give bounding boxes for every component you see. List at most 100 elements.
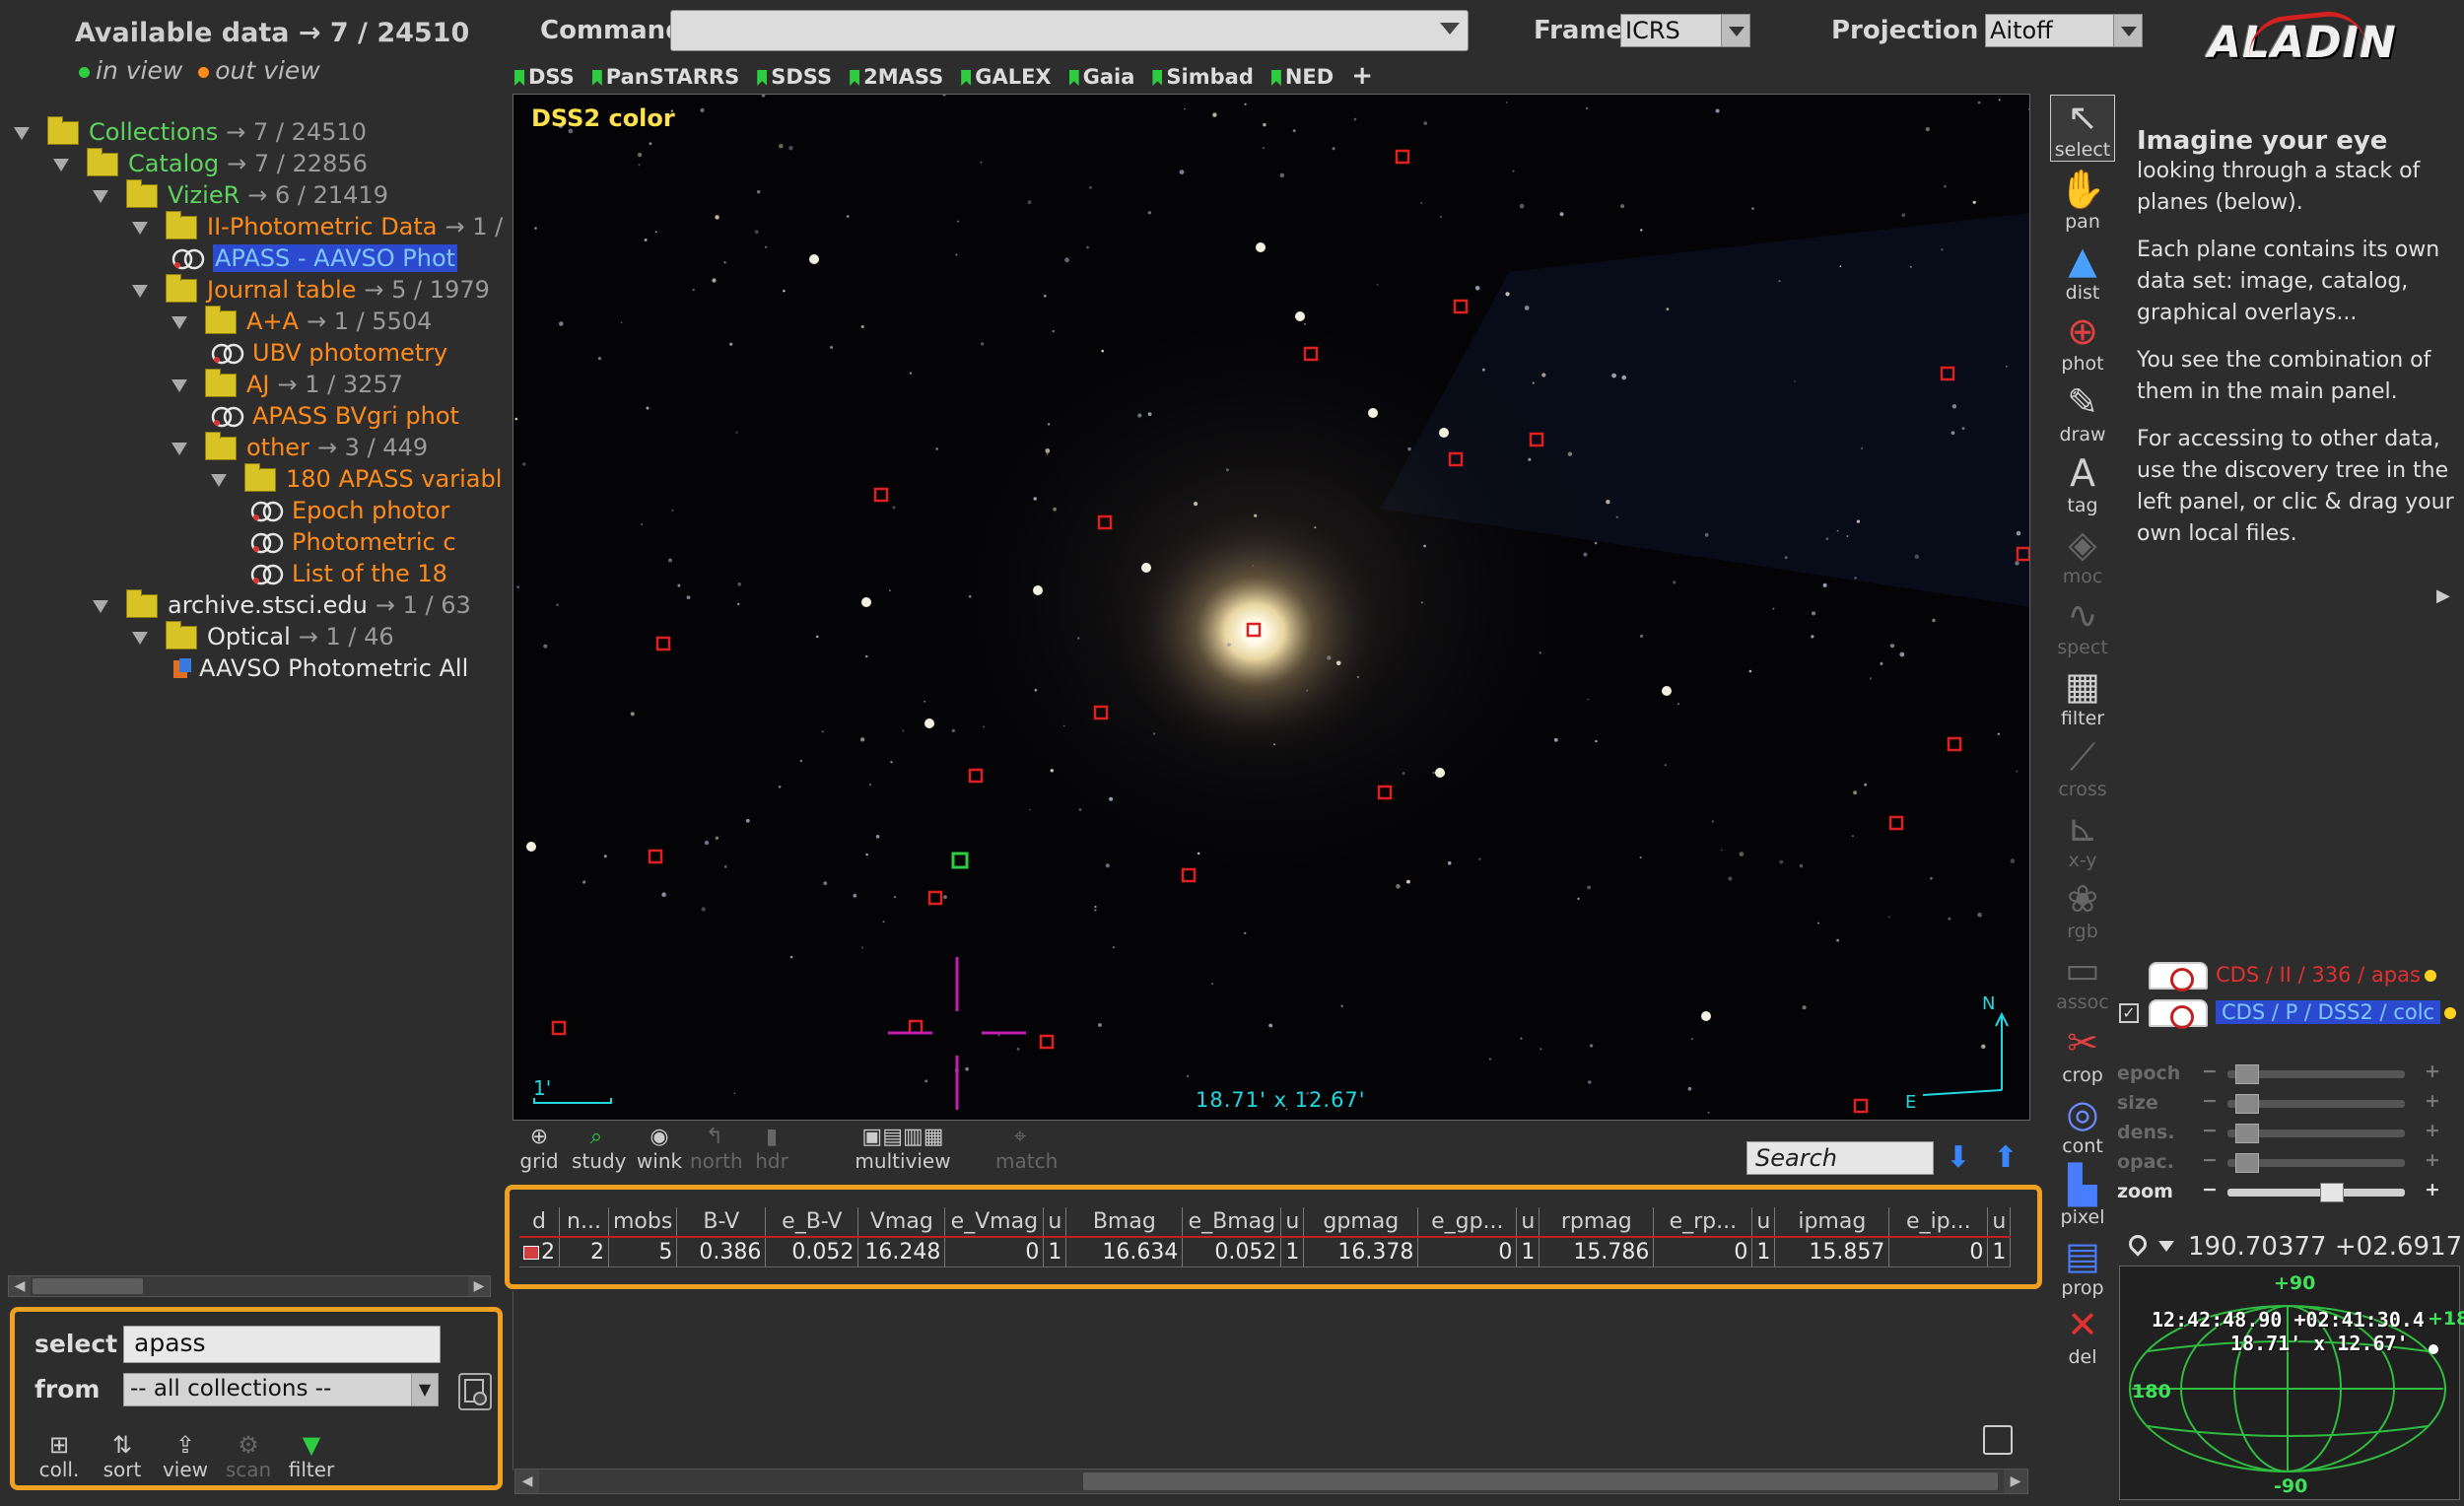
column-header[interactable]: d xyxy=(519,1207,560,1238)
survey-button-sdss[interactable]: SDSS xyxy=(757,65,832,89)
table-cell[interactable]: 0.052 xyxy=(765,1237,859,1267)
arrow-up-icon[interactable]: ⬆ xyxy=(1991,1141,2020,1175)
scroll-thumb[interactable] xyxy=(33,1278,143,1294)
table-cell[interactable]: 0.386 xyxy=(676,1237,767,1267)
expand-triangle-icon[interactable] xyxy=(14,126,30,140)
sort-tool-button[interactable]: ⇅ sort xyxy=(92,1432,153,1481)
expand-triangle-icon[interactable] xyxy=(93,189,108,203)
plus-icon[interactable]: + xyxy=(2425,1061,2440,1082)
tree-scrollbar[interactable]: ◀ ▶ xyxy=(8,1275,491,1297)
scroll-right-arrow-icon[interactable]: ▶ xyxy=(2004,1470,2027,1493)
dist-tool-button[interactable]: ▲ dist xyxy=(2050,239,2115,304)
slider-dens[interactable]: dens. − + xyxy=(2117,1120,2442,1145)
slider-size[interactable]: size − + xyxy=(2117,1090,2442,1116)
rgb-tool-button[interactable]: ❀ rgb xyxy=(2050,877,2115,942)
column-header[interactable]: gpmag xyxy=(1303,1207,1419,1238)
plane-image[interactable]: ✓ CDS / P / DSS2 / colc xyxy=(2119,995,2457,1029)
tree-item[interactable]: Catalog → 7 / 22856 xyxy=(53,148,368,179)
spect-tool-button[interactable]: ∿ spect xyxy=(2050,593,2115,658)
multiview-button[interactable]: ▣▤▥▦ multiview xyxy=(804,1126,1001,1174)
slider-knob[interactable] xyxy=(2320,1183,2344,1202)
arrow-down-icon[interactable]: ⬇ xyxy=(1944,1141,1973,1175)
survey-button-2mass[interactable]: 2MASS xyxy=(850,65,943,89)
survey-button-galex[interactable]: GALEX xyxy=(961,65,1052,89)
scan-tool-button[interactable]: ⚙ scan xyxy=(218,1432,279,1481)
measurement-table[interactable]: d n... mobs B-V e_B-V Vmag e_Vmag u Bmag e_Bmag u g… xyxy=(519,1207,2012,1267)
tree-item[interactable]: AAVSO Photometric All xyxy=(171,652,468,684)
plus-icon[interactable]: + xyxy=(2425,1179,2440,1200)
plane-catalog[interactable]: CDS / II / 336 / apas xyxy=(2149,958,2436,992)
slider-track[interactable] xyxy=(2227,1064,2405,1084)
wink-button[interactable]: ◉ wink xyxy=(635,1126,684,1174)
column-header[interactable]: e_Vmag xyxy=(944,1207,1045,1238)
add-survey-button[interactable]: + xyxy=(1351,61,1373,91)
column-header[interactable]: u xyxy=(1987,1207,2012,1238)
tree-item[interactable]: Photometric c xyxy=(250,526,456,558)
column-header[interactable]: ipmag xyxy=(1774,1207,1890,1238)
tree-item[interactable]: Collections → 7 / 24510 xyxy=(14,116,367,148)
slider-knob[interactable] xyxy=(2235,1153,2259,1173)
tree-item[interactable]: VizieR → 6 / 21419 xyxy=(93,179,388,211)
tree-item[interactable]: List of the 18 xyxy=(250,558,447,589)
survey-button-dss[interactable]: DSS xyxy=(514,65,575,89)
cross-tool-button[interactable]: ⟋ cross xyxy=(2050,735,2115,800)
prop-tool-button[interactable]: ▤ prop xyxy=(2050,1234,2115,1299)
tree-item[interactable]: II-Photometric Data → 1 / xyxy=(132,211,503,242)
minus-icon[interactable]: − xyxy=(2202,1179,2218,1200)
table-cell[interactable]: 1 xyxy=(1987,1237,2012,1267)
moc-tool-button[interactable]: ◈ moc xyxy=(2050,522,2115,587)
crop-tool-button[interactable]: ✂ crop xyxy=(2050,1021,2115,1086)
expand-triangle-icon[interactable] xyxy=(132,221,148,235)
chevron-down-icon[interactable]: ▼ xyxy=(411,1373,439,1406)
table-cell[interactable]: 15.857 xyxy=(1774,1237,1890,1267)
plus-icon[interactable]: + xyxy=(2425,1090,2440,1112)
maximize-icon[interactable] xyxy=(1983,1425,2013,1455)
expand-arrow-icon[interactable]: ▶ xyxy=(2436,585,2450,606)
collection-options-icon[interactable] xyxy=(458,1373,492,1410)
slider-epoch[interactable]: epoch − + xyxy=(2117,1061,2442,1086)
table-cell[interactable]: 1 xyxy=(1516,1237,1540,1267)
survey-button-gaia[interactable]: Gaia xyxy=(1068,65,1134,89)
column-header[interactable]: rpmag xyxy=(1539,1207,1655,1238)
slider-track[interactable] xyxy=(2227,1153,2405,1173)
projection-select[interactable]: Aitoff xyxy=(1985,14,2119,47)
tree-item[interactable]: Epoch photor xyxy=(250,495,449,526)
expand-triangle-icon[interactable] xyxy=(171,315,187,329)
image-view[interactable]: DSS2 color 1' 18.71' x 12.67' N E xyxy=(513,94,2030,1121)
command-input[interactable] xyxy=(670,10,1469,51)
table-cell[interactable]: 15.786 xyxy=(1539,1237,1655,1267)
hdr-button[interactable]: ▮ hdr xyxy=(747,1126,796,1174)
study-button[interactable]: ⌕ study xyxy=(572,1126,626,1174)
survey-button-ned[interactable]: NED xyxy=(1270,65,1334,89)
scroll-left-arrow-icon[interactable]: ◀ xyxy=(9,1276,31,1296)
assoc-tool-button[interactable]: ▭ assoc xyxy=(2050,948,2115,1013)
minus-icon[interactable]: − xyxy=(2202,1120,2218,1141)
view-tool-button[interactable]: ⇪ view xyxy=(155,1432,216,1481)
cont-tool-button[interactable]: ◎ cont xyxy=(2050,1092,2115,1157)
xy-tool-button[interactable]: ⊾ x-y xyxy=(2050,806,2115,871)
expand-triangle-icon[interactable] xyxy=(93,599,108,613)
survey-button-panstarrs[interactable]: PanSTARRS xyxy=(591,65,739,89)
column-header[interactable]: n... xyxy=(559,1207,609,1238)
coll-tool-button[interactable]: ⊞ coll. xyxy=(29,1432,90,1481)
slider-track[interactable] xyxy=(2227,1124,2405,1143)
tree-item[interactable]: archive.stsci.edu → 1 / 63 xyxy=(93,589,471,621)
match-button[interactable]: ⌖ match xyxy=(995,1126,1058,1174)
select-tool-button[interactable]: ↖ select xyxy=(2050,95,2115,162)
survey-button-simbad[interactable]: Simbad xyxy=(1152,65,1254,89)
column-header[interactable]: e_Bmag xyxy=(1182,1207,1282,1238)
expand-triangle-icon[interactable] xyxy=(53,158,69,171)
table-cell[interactable]: 0 xyxy=(1653,1237,1753,1267)
table-cell[interactable]: 0 xyxy=(1417,1237,1518,1267)
table-cell[interactable]: 5 xyxy=(608,1237,678,1267)
plane-checkbox[interactable]: ✓ xyxy=(2119,1003,2139,1023)
column-header[interactable]: u xyxy=(1751,1207,1776,1238)
draw-tool-button[interactable]: ✎ draw xyxy=(2050,380,2115,445)
expand-triangle-icon[interactable] xyxy=(211,473,227,487)
tree-item[interactable]: AJ → 1 / 3257 xyxy=(171,369,403,400)
column-header[interactable]: Vmag xyxy=(857,1207,946,1238)
position-readout[interactable]: 190.70377 +02.6917 xyxy=(2125,1231,2462,1262)
slider-knob[interactable] xyxy=(2235,1094,2259,1114)
expand-triangle-icon[interactable] xyxy=(171,442,187,455)
column-header[interactable]: Bmag xyxy=(1065,1207,1184,1238)
